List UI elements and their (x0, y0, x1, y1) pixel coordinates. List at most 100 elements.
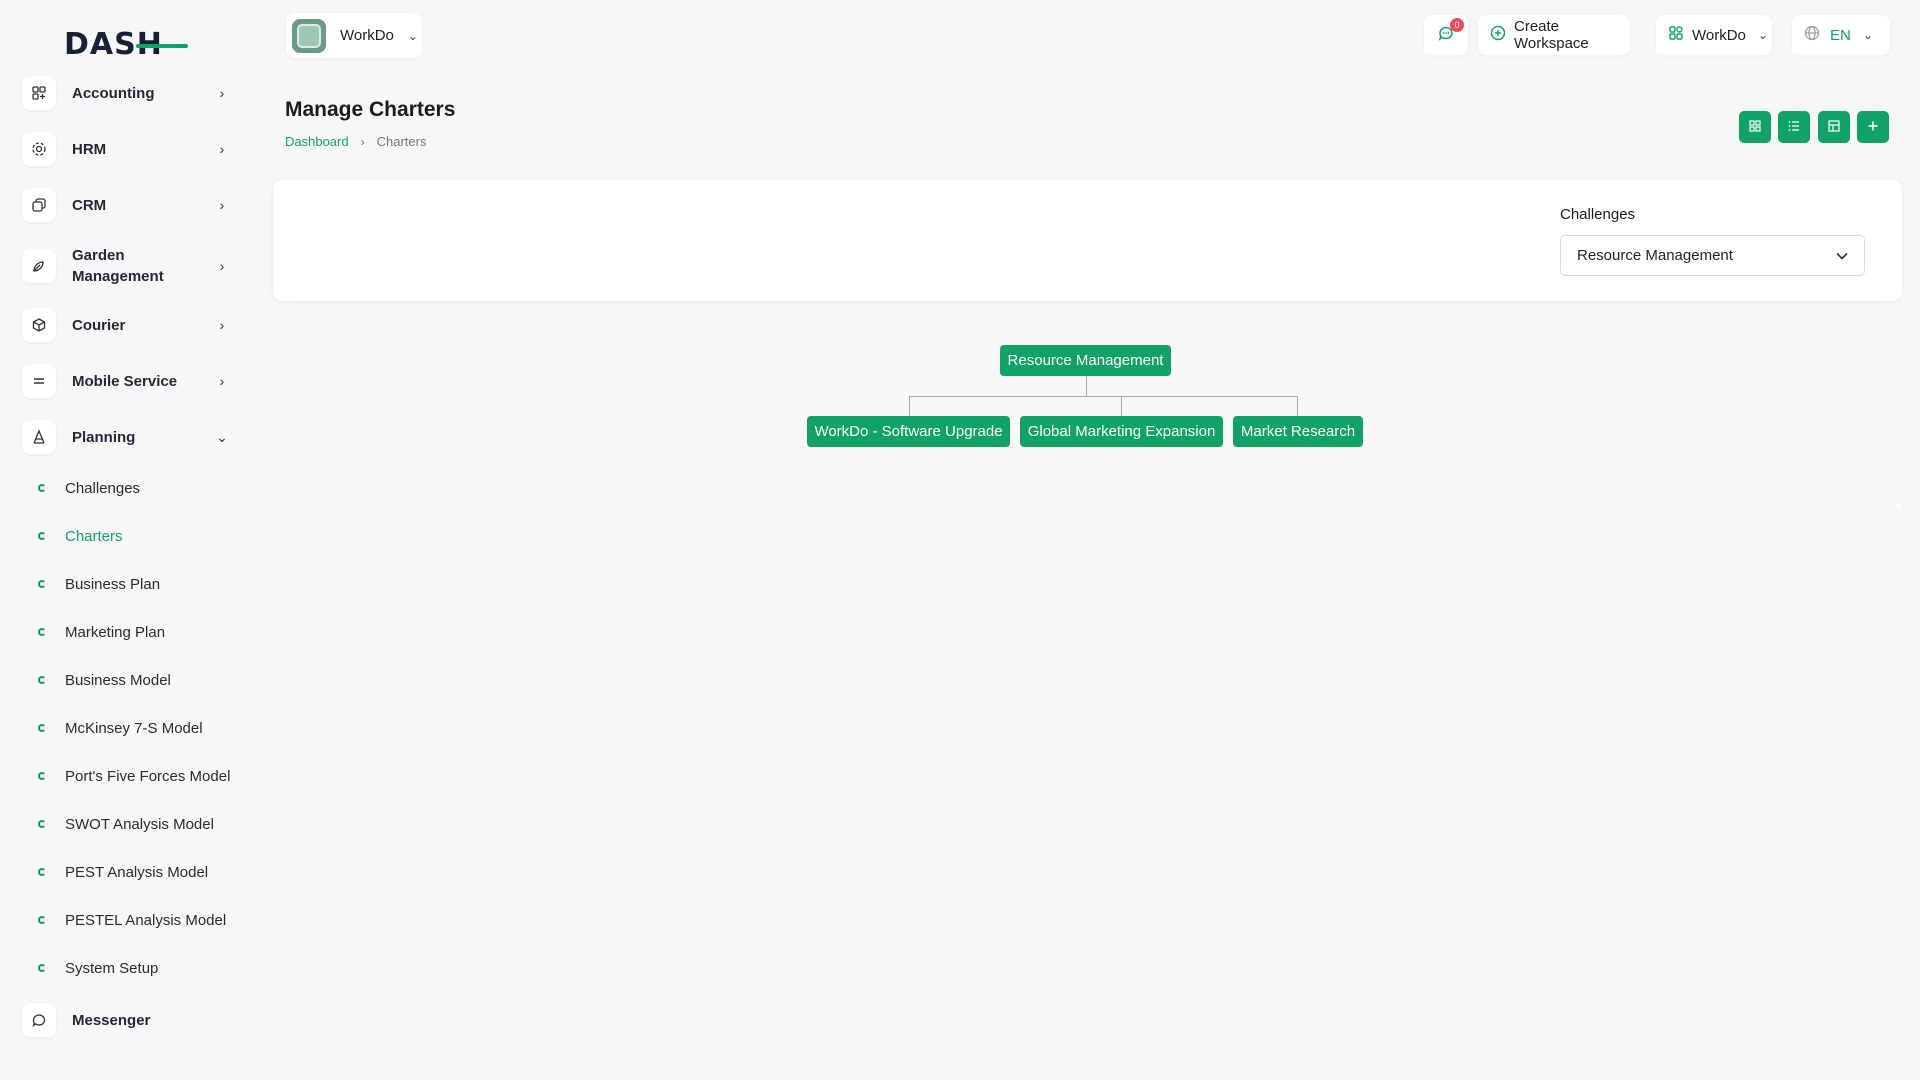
sidebar-item-courier[interactable]: Courier › (22, 303, 230, 347)
grid-view-button[interactable] (1739, 111, 1771, 143)
sidebar-item-garden-management[interactable]: Garden Management › (22, 244, 230, 288)
sidebar-item-label: HRM (72, 140, 107, 158)
connector-line (909, 396, 910, 417)
chevron-right-icon: › (219, 85, 225, 101)
bullet-icon (38, 724, 46, 732)
bullet-icon (38, 916, 46, 924)
sidebar-subitem-label: Marketing Plan (65, 623, 166, 641)
chevron-down-icon: ⌄ (1757, 28, 1768, 42)
sidebar-subitem-business-model[interactable]: Business Model (38, 666, 171, 694)
list-icon (1788, 120, 1800, 135)
workspace-name: WorkDo (340, 27, 394, 44)
create-workspace-label: Create Workspace (1514, 18, 1589, 52)
bullet-icon (38, 532, 46, 540)
chevron-down-icon: ⌄ (407, 28, 418, 43)
planning-icon (22, 420, 56, 454)
workspace-avatar (292, 18, 326, 53)
add-charter-button[interactable] (1857, 111, 1889, 143)
sidebar-subitem-pest-model[interactable]: PEST Analysis Model (38, 858, 208, 886)
courier-icon (22, 308, 56, 342)
sidebar-item-messenger[interactable]: Messenger (22, 998, 230, 1042)
page-title: Manage Charters (285, 98, 456, 121)
sidebar-subitem-label: SWOT Analysis Model (65, 815, 214, 833)
sidebar-item-label: CRM (72, 196, 107, 214)
garden-icon (22, 249, 56, 283)
sidebar-subitem-system-setup[interactable]: System Setup (38, 954, 158, 982)
challenges-select[interactable]: Resource Management (1560, 235, 1865, 276)
chevron-down-icon: ⌄ (1862, 28, 1873, 42)
chart-child-node[interactable]: Market Research (1233, 416, 1363, 447)
crm-icon (22, 188, 56, 222)
table-icon (1828, 119, 1840, 135)
dash-logo[interactable]: DASH (64, 27, 188, 62)
plus-circle-icon (1490, 25, 1506, 46)
sidebar-subitem-label: McKinsey 7-S Model (65, 719, 203, 737)
hrm-icon (22, 132, 56, 166)
connector-line (1121, 396, 1122, 417)
sidebar-item-label: Courier (72, 316, 126, 334)
grid-icon (1749, 119, 1761, 135)
sidebar-subitem-charters[interactable]: Charters (38, 522, 123, 550)
sidebar-item-label: Accounting (72, 84, 155, 102)
chevron-right-icon: › (219, 373, 225, 389)
bullet-icon (38, 484, 46, 492)
sidebar-item-label: Garden Management (72, 247, 164, 285)
messages-button[interactable]: 0 (1424, 15, 1468, 55)
sidebar-subitem-label: PESTEL Analysis Model (65, 911, 227, 929)
mobile-service-icon (22, 364, 56, 398)
bullet-icon (38, 772, 46, 780)
create-workspace-button[interactable]: Create Workspace (1478, 15, 1630, 55)
connector-line (1086, 376, 1087, 396)
workspace-menu-label: WorkDo (1692, 26, 1746, 44)
chevron-down-icon: ⌄ (216, 428, 228, 445)
logo-underline (136, 44, 188, 48)
language-label: EN (1830, 26, 1851, 44)
sidebar-subitem-label: Business Model (65, 671, 171, 689)
sidebar-subitem-business-plan[interactable]: Business Plan (38, 570, 160, 598)
sidebar-item-planning[interactable]: Planning ⌄ (22, 415, 230, 459)
scroll-indicator (1896, 503, 1902, 509)
connector-line (1297, 396, 1298, 417)
challenges-filter-label: Challenges (1560, 206, 1636, 223)
chevron-right-icon: › (219, 197, 225, 213)
workspace-switcher[interactable]: WorkDo ⌄ (286, 13, 422, 58)
apps-icon (1668, 25, 1684, 46)
chart-child-node[interactable]: WorkDo - Software Upgrade (807, 416, 1010, 447)
chevron-right-icon: › (219, 317, 225, 333)
sidebar-item-mobile-service[interactable]: Mobile Service › (22, 359, 230, 403)
sidebar-item-hrm[interactable]: HRM › (22, 127, 230, 171)
sidebar-item-accounting[interactable]: Accounting › (22, 71, 230, 115)
sidebar-subitem-pestel-model[interactable]: PESTEL Analysis Model (38, 906, 226, 934)
sidebar-item-label: Planning (72, 428, 136, 446)
bullet-icon (38, 580, 46, 588)
sidebar-subitem-label: Business Plan (65, 575, 161, 593)
breadcrumb: Dashboard › Charters (285, 134, 426, 149)
chart-child-node[interactable]: Global Marketing Expansion (1020, 416, 1223, 447)
sidebar-item-label: Messenger (72, 1011, 151, 1029)
workspace-menu-button[interactable]: WorkDo ⌄ (1656, 15, 1772, 55)
language-selector[interactable]: EN ⌄ (1792, 15, 1890, 55)
sidebar-subitem-challenges[interactable]: Challenges (38, 474, 140, 502)
list-view-button[interactable] (1778, 111, 1810, 143)
bullet-icon (38, 820, 46, 828)
messenger-icon (22, 1003, 56, 1037)
sidebar-item-crm[interactable]: CRM › (22, 183, 230, 227)
sidebar-subitem-five-forces-model[interactable]: Port's Five Forces Model (38, 762, 230, 790)
chart-root-node[interactable]: Resource Management (1000, 345, 1171, 376)
bullet-icon (38, 676, 46, 684)
breadcrumb-current: Charters (376, 134, 427, 149)
sidebar-subitem-label: PEST Analysis Model (65, 863, 209, 881)
sidebar-subitem-label: System Setup (65, 959, 159, 977)
bullet-icon (38, 868, 46, 876)
breadcrumb-dashboard-link[interactable]: Dashboard (285, 134, 349, 149)
chevron-down-icon (1836, 248, 1848, 263)
bullet-icon (38, 964, 46, 972)
sidebar-subitem-marketing-plan[interactable]: Marketing Plan (38, 618, 165, 646)
sidebar: DASH Accounting › HRM › CRM › Garden Man… (0, 0, 248, 1080)
table-view-button[interactable] (1818, 111, 1850, 143)
sidebar-subitem-label: Challenges (65, 479, 141, 497)
chevron-right-icon: › (360, 134, 365, 149)
chevron-right-icon: › (219, 258, 225, 274)
sidebar-subitem-swot-model[interactable]: SWOT Analysis Model (38, 810, 214, 838)
sidebar-subitem-mckinsey-model[interactable]: McKinsey 7-S Model (38, 714, 203, 742)
